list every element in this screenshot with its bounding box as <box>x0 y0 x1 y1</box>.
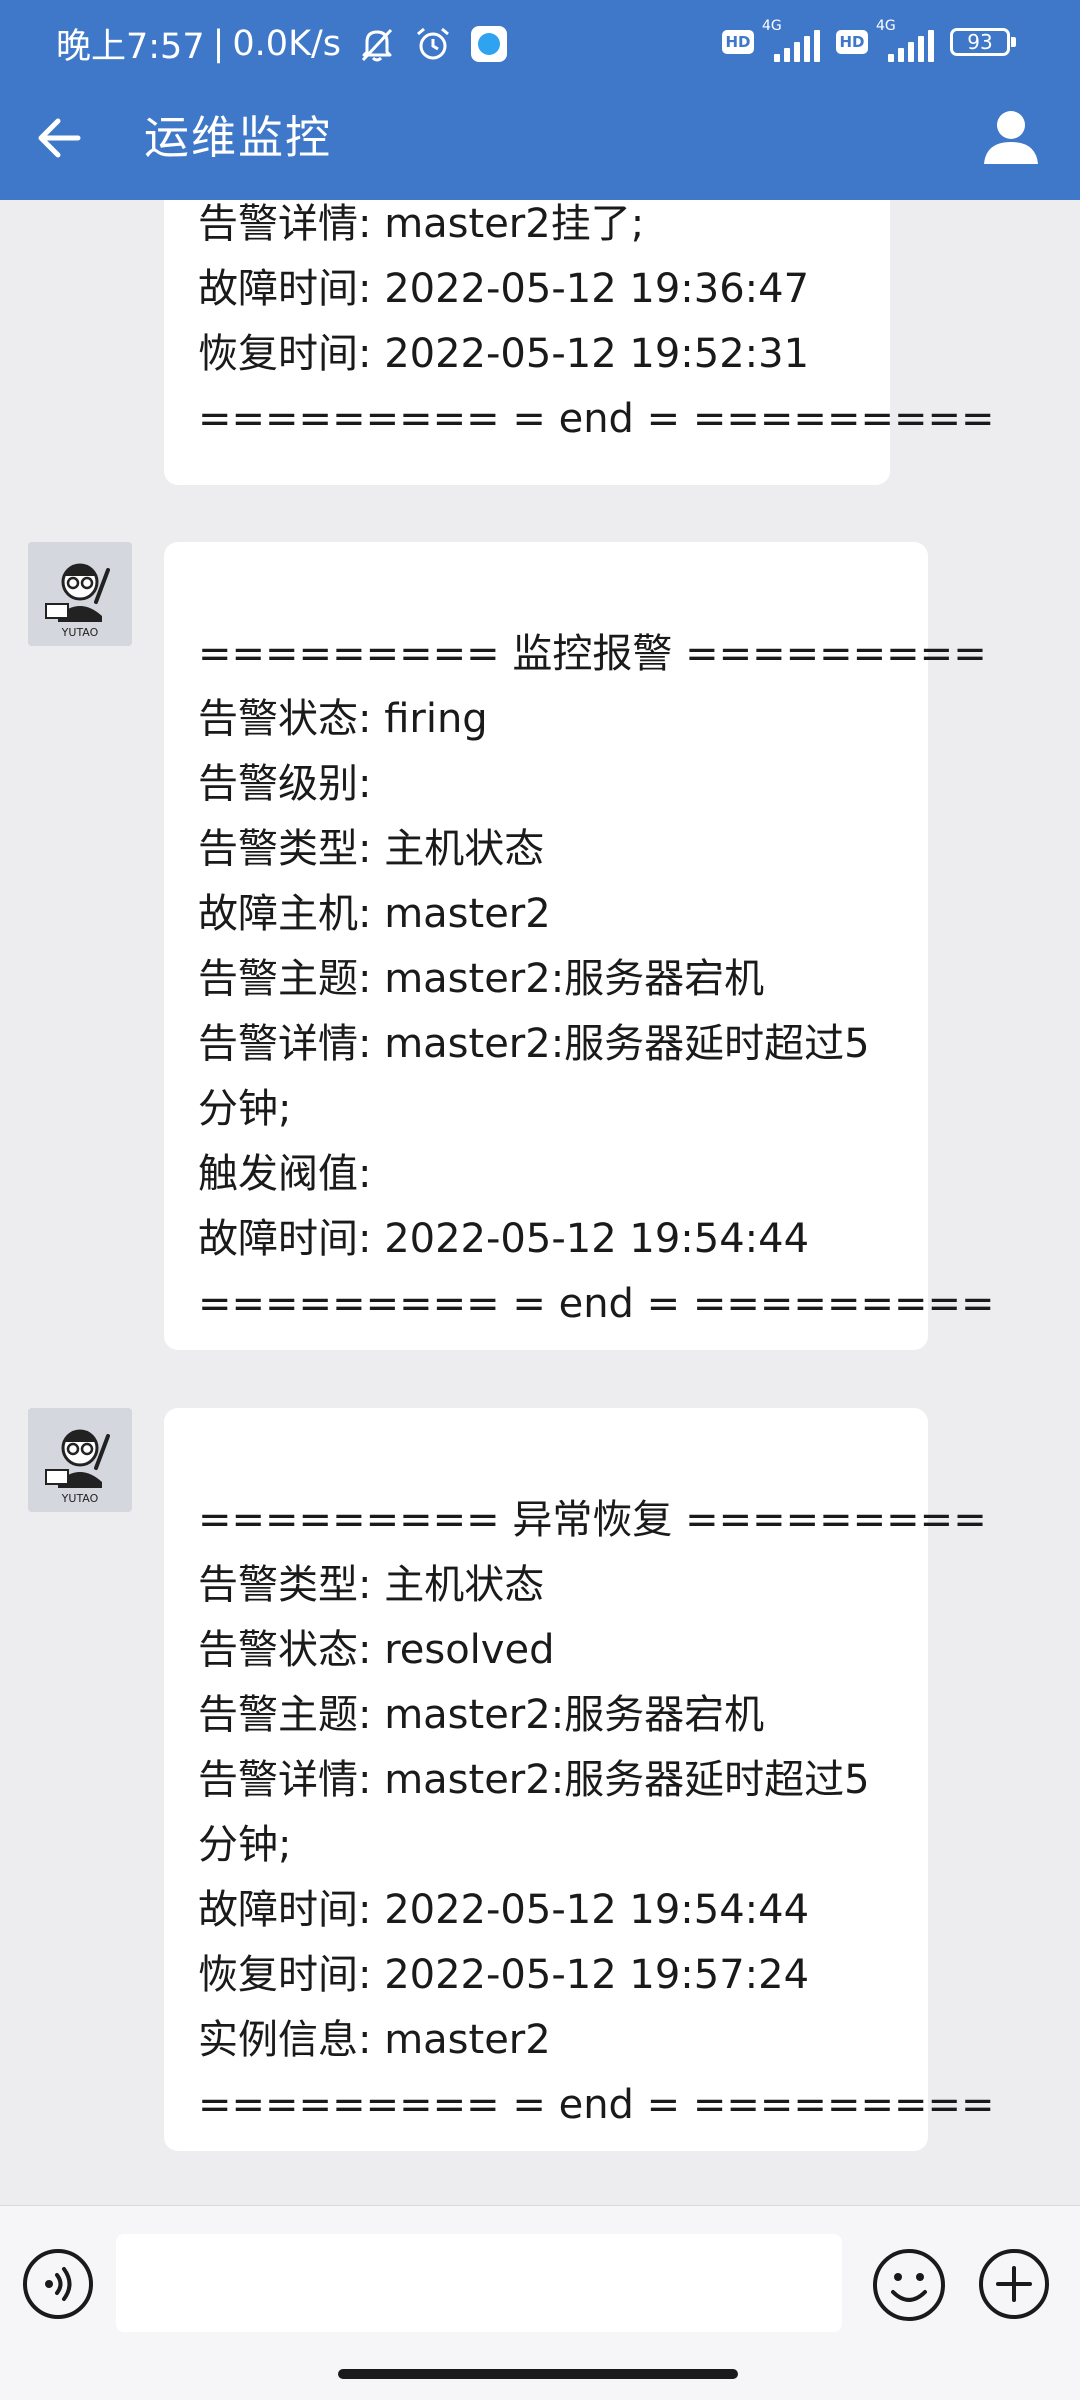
message-line: ========= = end = ========= <box>198 1281 995 1327</box>
message-line: 告警类型: 主机状态 <box>198 826 545 872</box>
status-bar: 晚上7:57 | 0.0K/s HD 4G HD 4G 93 <box>0 0 1080 84</box>
hd-badge: HD <box>722 30 754 54</box>
emoji-button[interactable] <box>872 2248 946 2322</box>
message-line: 故障时间: 2022-05-12 19:54:44 <box>198 1216 810 1262</box>
message-line: 告警类型: 主机状态 <box>198 1562 545 1608</box>
message-bubble[interactable]: 告警详情: master2挂了; 故障时间: 2022-05-12 19:36:… <box>164 200 995 485</box>
message-line: 分钟; <box>198 1822 292 1868</box>
message-line: 告警状态: resolved <box>198 1627 555 1673</box>
battery-level: 93 <box>967 30 993 54</box>
message-line: 告警详情: master2:服务器延时超过5 <box>198 1021 870 1067</box>
message-line: ========= = end = ========= <box>198 396 995 442</box>
message-line: ========= 监控报警 ========= <box>198 631 987 677</box>
emoji-icon <box>873 2249 945 2321</box>
status-right: HD 4G HD 4G 93 <box>722 18 1016 62</box>
message-line: ========= 异常恢复 ========= <box>198 1497 987 1543</box>
avatar[interactable]: YUTAO <box>28 542 132 646</box>
voice-input-button[interactable] <box>22 2248 94 2320</box>
signal-icon: 4G <box>872 18 934 62</box>
top-bar: 晚上7:57 | 0.0K/s HD 4G HD 4G 93 运维监控 <box>0 0 1080 200</box>
message-line: 实例信息: master2 <box>198 2017 551 2063</box>
status-separator: | <box>212 23 225 64</box>
signal-icon: 4G <box>758 18 820 62</box>
avatar-label: YUTAO <box>61 1492 99 1505</box>
robot-avatar-icon: YUTAO <box>28 1408 132 1512</box>
message-bubble[interactable]: ========= 异常恢复 ========= 告警类型: 主机状态 告警状态… <box>164 1408 995 2151</box>
back-button[interactable] <box>32 110 88 166</box>
person-icon <box>984 111 1038 164</box>
chat-message-list[interactable]: 告警详情: master2挂了; 故障时间: 2022-05-12 19:36:… <box>0 200 1080 2205</box>
avatar-label: YUTAO <box>61 626 99 639</box>
home-indicator[interactable] <box>338 2369 738 2379</box>
page-title: 运维监控 <box>144 111 333 164</box>
message-line: 分钟; <box>198 1086 292 1132</box>
battery-icon: 93 <box>950 28 1016 56</box>
status-left: 晚上7:57 | 0.0K/s <box>56 18 508 69</box>
message-line: 告警详情: master2:服务器延时超过5 <box>198 1757 870 1803</box>
message-line <box>198 557 894 622</box>
app-notification-icon <box>471 25 508 62</box>
mute-bell-icon <box>357 24 397 64</box>
message-line: 告警详情: master2挂了; <box>198 201 645 247</box>
network-speed: 0.0K/s <box>232 23 342 64</box>
plus-icon <box>979 2249 1049 2319</box>
message-line: 触发阀值: <box>198 1151 372 1197</box>
message-line: ========= = end = ========= <box>198 2082 995 2128</box>
message-line: 告警状态: firing <box>198 696 488 742</box>
message-line: 故障主机: master2 <box>198 891 551 937</box>
message-line: 告警主题: master2:服务器宕机 <box>198 1692 765 1738</box>
input-bar <box>0 2205 1080 2353</box>
header: 运维监控 <box>0 84 1080 200</box>
message-line: 故障时间: 2022-05-12 19:36:47 <box>198 266 810 312</box>
hd-badge: HD <box>836 30 868 54</box>
message-line: 告警级别: <box>198 761 372 807</box>
robot-avatar-icon: YUTAO <box>28 542 132 646</box>
status-time: 晚上7:57 <box>56 27 205 67</box>
message-line: 故障时间: 2022-05-12 19:54:44 <box>198 1887 810 1933</box>
voice-input-icon <box>23 2249 93 2319</box>
alarm-clock-icon <box>413 24 453 64</box>
more-button[interactable] <box>978 2248 1050 2320</box>
message-line: 恢复时间: 2022-05-12 19:52:31 <box>198 331 810 377</box>
message-input[interactable] <box>116 2234 842 2332</box>
avatar[interactable]: YUTAO <box>28 1408 132 1512</box>
message-bubble[interactable]: ========= 监控报警 ========= 告警状态: firing 告警… <box>164 542 995 1350</box>
profile-button[interactable] <box>980 106 1042 168</box>
arrow-left-icon <box>38 118 81 158</box>
message-line <box>198 1423 894 1488</box>
navigation-bar <box>0 2353 1080 2400</box>
message-line: 告警主题: master2:服务器宕机 <box>198 956 765 1002</box>
message-line: 恢复时间: 2022-05-12 19:57:24 <box>198 1952 810 1998</box>
